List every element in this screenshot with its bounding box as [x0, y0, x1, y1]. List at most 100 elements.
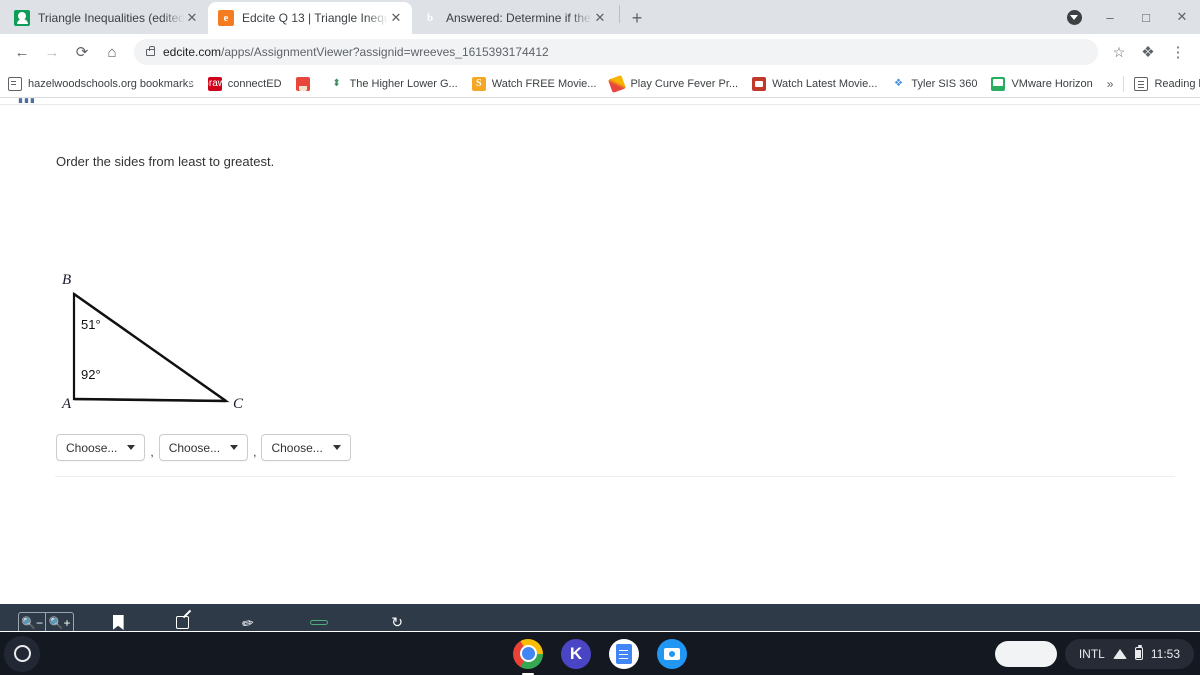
answer-dropdown-group: Choose... , Choose... , Choose... [56, 434, 351, 461]
tab-close-icon[interactable]: ✕ [184, 10, 200, 26]
answer-dropdown-1[interactable]: Choose... [56, 434, 146, 461]
browser-tab-1[interactable]: Triangle Inequalities (edited) ✕ [4, 2, 208, 34]
bartleby-icon: b [426, 11, 434, 24]
minimize-button[interactable]: – [1092, 0, 1128, 34]
dropdown-value: Choose... [271, 440, 323, 455]
reset-icon: ↻ [391, 614, 404, 630]
bookmark-item-higher-lower[interactable]: ⬍ The Higher Lower G... [330, 77, 458, 91]
address-bar[interactable]: edcite.com /apps/AssignmentViewer?assign… [134, 39, 1098, 65]
tab-title: Answered: Determine if the side l [446, 11, 592, 25]
reset-answer-tool[interactable]: ↻ reset answer [356, 613, 439, 632]
zoom-out-icon[interactable]: 🔍− [18, 611, 46, 631]
highlighter-tool[interactable]: ✏ highlighter [212, 613, 283, 632]
browser-window: Triangle Inequalities (edited) ✕ e Edcit… [0, 0, 1200, 632]
chrome-app-icon[interactable] [513, 638, 543, 675]
angle-label-A: 92° [81, 367, 101, 382]
bookmark-label: hazelwoodschools.org bookmarks [28, 77, 194, 90]
close-window-button[interactable]: ✕ [1164, 0, 1200, 34]
question-prompt: Order the sides from least to greatest. [56, 154, 275, 169]
google-docs-app-icon[interactable] [609, 638, 639, 669]
bookmark-item-watch-free-movies[interactable]: S Watch FREE Movie... [471, 76, 597, 91]
zoom-tool[interactable]: 🔍− 🔍+ zoom [8, 611, 84, 631]
up-down-arrows-icon: ⬍ [332, 77, 341, 89]
bookmark-label: Tyler SIS 360 [911, 77, 978, 90]
browser-toolbar: ← → ⟳ ⌂ edcite.com /apps/AssignmentViewe… [0, 34, 1200, 70]
forward-button[interactable]: → [38, 38, 66, 66]
soap2day-icon: S [471, 76, 486, 91]
bookmark-tool[interactable]: bookmark [84, 613, 152, 632]
active-app-indicator [522, 672, 534, 675]
bookmark-star-icon[interactable]: ☆ [1106, 39, 1132, 65]
chevron-down-icon [230, 445, 239, 450]
dropdown-value: Choose... [168, 440, 221, 455]
zoom-in-icon[interactable]: 🔍+ [46, 611, 74, 631]
clipped-page-header: ▮▮▮ [18, 98, 36, 103]
kami-app-icon[interactable]: K [561, 638, 591, 669]
bookmark-item-connected[interactable]: McGraw Hill connectED [188, 76, 282, 91]
triangle-figure: B A C 51° 92° [56, 174, 316, 429]
reload-button[interactable]: ⟳ [68, 38, 96, 66]
extensions-icon[interactable]: ❖ [1134, 38, 1162, 66]
tab-title: Edcite Q 13 | Triangle Inequalitie [242, 11, 388, 25]
tab-title: Triangle Inequalities (edited) [38, 11, 184, 25]
vmware-icon [991, 76, 1006, 91]
system-tray[interactable]: INTL 11:53 [1064, 638, 1194, 669]
bookmark-item-tyler-sis[interactable]: ❖ Tyler SIS 360 [891, 77, 978, 91]
docs-sheet-glyph [616, 643, 632, 664]
downloads-button[interactable] [1056, 0, 1092, 34]
url-host: edcite.com [163, 45, 222, 59]
bookmark-item-curve-fever[interactable]: Play Curve Fever Pr... [608, 74, 738, 93]
zoom-buttons: 🔍− 🔍+ [18, 611, 74, 631]
camera-app-icon[interactable] [657, 638, 687, 669]
browser-tab-3[interactable]: b Answered: Determine if the side l ✕ [412, 2, 616, 34]
home-button[interactable]: ⌂ [98, 38, 126, 66]
bookmark-item-vmware-horizon[interactable]: VMware Horizon [991, 76, 1093, 91]
mushroom-icon [295, 76, 310, 91]
movie-icon [752, 76, 767, 91]
bookmark-label: Watch FREE Movie... [491, 77, 597, 90]
tab-close-icon[interactable]: ✕ [388, 10, 404, 26]
bookmark-item-mushroom[interactable] [295, 76, 316, 91]
angle-label-B: 51° [81, 317, 101, 332]
line-reader-tool[interactable]: line-reader [283, 613, 356, 632]
reading-list-button[interactable]: Reading list [1134, 76, 1200, 91]
bookmarks-overflow-icon[interactable]: » [1107, 77, 1114, 91]
chevron-down-icon [127, 445, 136, 450]
launcher-icon[interactable] [4, 635, 40, 672]
bookmark-label: Watch Latest Movie... [772, 77, 878, 90]
back-button[interactable]: ← [8, 38, 36, 66]
answer-dropdown-2[interactable]: Choose... [158, 434, 249, 461]
maximize-button[interactable]: □ [1128, 0, 1164, 34]
note-tool[interactable]: note [152, 613, 212, 632]
browser-tab-2-active[interactable]: e Edcite Q 13 | Triangle Inequalitie ✕ [208, 2, 412, 34]
edcite-icon: e [218, 10, 234, 26]
bookmarks-divider [1123, 75, 1125, 92]
input-method-label: INTL [1078, 646, 1105, 661]
page-top-divider [0, 104, 1200, 105]
bookmark-item-hazelwood[interactable]: hazelwoodschools.org bookmarks [8, 76, 194, 91]
dropdown-separator: , [150, 445, 154, 459]
reading-list-label: Reading list [1154, 77, 1200, 90]
tab-close-icon[interactable]: ✕ [592, 10, 608, 26]
answer-dropdown-3[interactable]: Choose... [261, 434, 351, 461]
clock-label: 11:53 [1150, 646, 1180, 661]
tyler-sis-icon: ❖ [893, 78, 903, 89]
line-reader-icon [310, 613, 329, 632]
bookmarks-bar-right: » Reading list [1107, 75, 1200, 92]
new-tab-button[interactable]: + [623, 4, 651, 32]
tab-divider [619, 4, 620, 23]
notification-pill[interactable] [994, 640, 1057, 667]
vertex-label-B: B [62, 272, 72, 288]
bookmark-label: VMware Horizon [1011, 77, 1093, 90]
wifi-icon [1112, 648, 1127, 659]
bookmark-item-watch-latest-movies[interactable]: Watch Latest Movie... [752, 76, 878, 91]
chromeos-shelf: K INTL 11:53 [0, 632, 1200, 675]
reading-list-icon [1134, 76, 1149, 91]
chrome-menu-icon[interactable]: ⋮ [1164, 38, 1192, 66]
dropdown-value: Choose... [66, 440, 118, 455]
bookmarks-bar: hazelwoodschools.org bookmarks McGraw Hi… [0, 70, 1200, 98]
page-content: ▮▮▮ Order the sides from least to greate… [0, 98, 1200, 631]
bookmark-label: The Higher Lower G... [349, 77, 458, 90]
dropdown-separator: , [253, 445, 257, 459]
triangle-svg [72, 291, 230, 403]
